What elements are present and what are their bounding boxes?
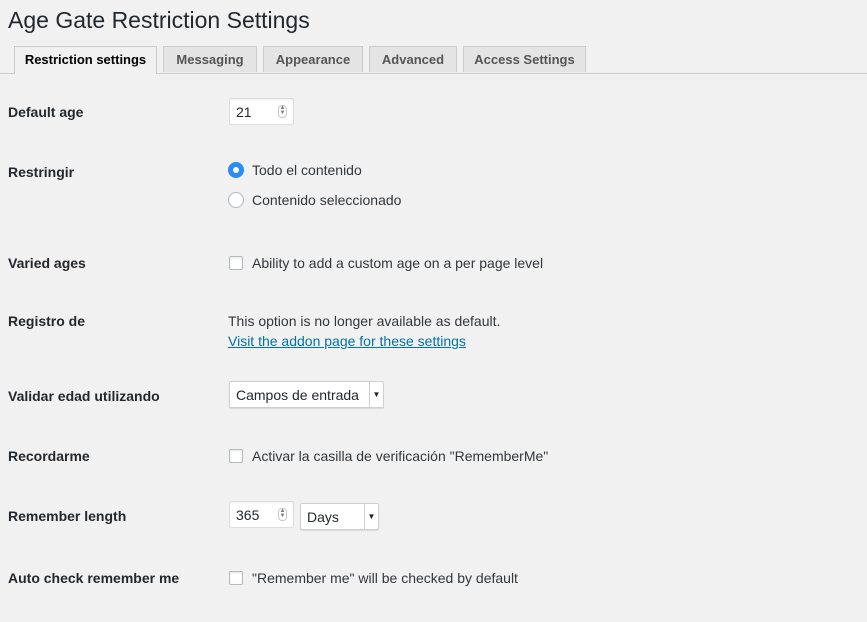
varied-ages-checkbox[interactable] <box>229 256 243 270</box>
varied-ages-label: Varied ages <box>8 255 86 271</box>
tab-access-settings[interactable]: Access Settings <box>463 46 586 72</box>
validate-selected-value: Campos de entrada <box>236 387 359 403</box>
chevron-down-icon: ▼ <box>364 504 378 529</box>
tab-messaging[interactable]: Messaging <box>163 46 257 72</box>
validate-select[interactable]: Campos de entrada ▼ <box>229 381 384 408</box>
remember-checkbox[interactable] <box>229 449 243 463</box>
tab-restriction-settings[interactable]: Restriction settings <box>14 46 157 74</box>
validate-label: Validar edad utilizando <box>8 388 160 404</box>
restrict-all-label: Todo el contenido <box>252 162 362 178</box>
auto-check-checkbox-label: "Remember me" will be checked by default <box>252 570 518 586</box>
auto-check-checkbox[interactable] <box>229 571 243 585</box>
remember-unit-value: Days <box>307 509 339 525</box>
varied-ages-checkbox-label: Ability to add a custom age on a per pag… <box>252 255 544 271</box>
default-age-input[interactable]: 21 ▲ ▼ <box>229 98 294 125</box>
registro-text: This option is no longer available as de… <box>228 313 501 329</box>
restrict-label: Restringir <box>8 164 75 180</box>
chevron-down-icon: ▼ <box>369 382 383 407</box>
restrict-selected-label: Contenido seleccionado <box>252 192 402 208</box>
remember-length-input[interactable]: 365 ▲ ▼ <box>229 501 294 528</box>
remember-length-label: Remember length <box>8 508 127 524</box>
remember-unit-select[interactable]: Days ▼ <box>300 503 379 530</box>
default-age-value: 21 <box>236 104 252 120</box>
default-age-label: Default age <box>8 104 84 120</box>
auto-check-label: Auto check remember me <box>8 570 180 586</box>
spinner-icon[interactable]: ▲ ▼ <box>278 105 287 118</box>
tab-appearance[interactable]: Appearance <box>263 46 363 72</box>
remember-label: Recordarme <box>8 448 90 464</box>
spinner-icon[interactable]: ▲ ▼ <box>278 508 287 521</box>
addon-page-link[interactable]: Visit the addon page for these settings <box>228 333 466 349</box>
tab-advanced[interactable]: Advanced <box>369 46 457 72</box>
remember-length-value: 365 <box>236 507 260 523</box>
tab-bar: Restriction settings Messaging Appearanc… <box>0 46 867 74</box>
remember-checkbox-label: Activar la casilla de verificación "Reme… <box>252 448 549 464</box>
restrict-all-radio[interactable] <box>228 162 244 178</box>
registro-label: Registro de <box>8 313 86 329</box>
page-title: Age Gate Restriction Settings <box>8 7 310 33</box>
restrict-selected-radio[interactable] <box>228 192 244 208</box>
